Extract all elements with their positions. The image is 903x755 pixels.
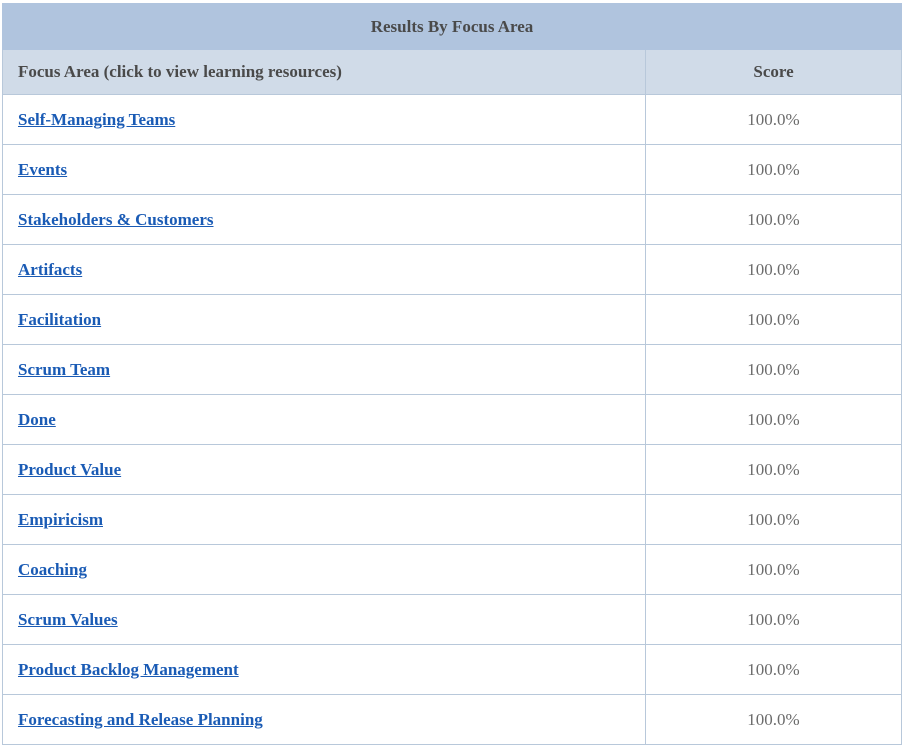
focus-area-link-done[interactable]: Done (18, 410, 56, 429)
score-cell: 100.0% (644, 94, 903, 145)
score-cell: 100.0% (644, 144, 903, 195)
table-row: Stakeholders & Customers 100.0% (2, 194, 903, 245)
focus-area-link-product-backlog-management[interactable]: Product Backlog Management (18, 660, 239, 679)
focus-area-link-stakeholders-customers[interactable]: Stakeholders & Customers (18, 210, 214, 229)
table-row: Forecasting and Release Planning 100.0% (2, 694, 903, 745)
focus-area-link-scrum-team[interactable]: Scrum Team (18, 360, 110, 379)
focus-area-header: Focus Area (click to view learning resou… (2, 49, 646, 95)
score-cell: 100.0% (644, 644, 903, 695)
focus-area-cell: Done (2, 394, 646, 445)
focus-area-link-empiricism[interactable]: Empiricism (18, 510, 103, 529)
table-row: Scrum Team 100.0% (2, 344, 903, 395)
focus-area-cell: Coaching (2, 544, 646, 595)
score-cell: 100.0% (644, 244, 903, 295)
focus-area-cell: Artifacts (2, 244, 646, 295)
focus-area-cell: Product Value (2, 444, 646, 495)
focus-area-link-forecasting-release-planning[interactable]: Forecasting and Release Planning (18, 710, 263, 729)
score-cell: 100.0% (644, 194, 903, 245)
score-cell: 100.0% (644, 344, 903, 395)
results-by-focus-area: Results By Focus Area Focus Area (click … (1, 3, 903, 745)
score-cell: 100.0% (644, 294, 903, 345)
focus-area-cell: Self-Managing Teams (2, 94, 646, 145)
table-row: Artifacts 100.0% (2, 244, 903, 295)
focus-area-cell: Scrum Values (2, 594, 646, 645)
score-cell: 100.0% (644, 444, 903, 495)
focus-area-link-self-managing-teams[interactable]: Self-Managing Teams (18, 110, 175, 129)
table-row: Product Backlog Management 100.0% (2, 644, 903, 695)
results-table: Results By Focus Area Focus Area (click … (1, 3, 903, 745)
focus-area-link-facilitation[interactable]: Facilitation (18, 310, 101, 329)
focus-area-cell: Events (2, 144, 646, 195)
score-cell: 100.0% (644, 594, 903, 645)
table-row: Self-Managing Teams 100.0% (2, 94, 903, 145)
focus-area-cell: Empiricism (2, 494, 646, 545)
focus-area-link-events[interactable]: Events (18, 160, 67, 179)
score-header: Score (644, 49, 903, 95)
score-cell: 100.0% (644, 694, 903, 745)
focus-area-link-scrum-values[interactable]: Scrum Values (18, 610, 118, 629)
table-row: Scrum Values 100.0% (2, 594, 903, 645)
score-cell: 100.0% (644, 394, 903, 445)
table-row: Done 100.0% (2, 394, 903, 445)
table-row: Product Value 100.0% (2, 444, 903, 495)
focus-area-link-artifacts[interactable]: Artifacts (18, 260, 82, 279)
table-title-row: Results By Focus Area (1, 3, 903, 50)
focus-area-cell: Facilitation (2, 294, 646, 345)
table-row: Empiricism 100.0% (2, 494, 903, 545)
focus-area-link-product-value[interactable]: Product Value (18, 460, 121, 479)
focus-area-link-coaching[interactable]: Coaching (18, 560, 87, 579)
table-header-row: Focus Area (click to view learning resou… (2, 49, 903, 95)
focus-area-cell: Scrum Team (2, 344, 646, 395)
table-title: Results By Focus Area (1, 3, 903, 50)
focus-area-cell: Forecasting and Release Planning (2, 694, 646, 745)
focus-area-cell: Product Backlog Management (2, 644, 646, 695)
table-row: Events 100.0% (2, 144, 903, 195)
focus-area-cell: Stakeholders & Customers (2, 194, 646, 245)
table-row: Facilitation 100.0% (2, 294, 903, 345)
table-row: Coaching 100.0% (2, 544, 903, 595)
score-cell: 100.0% (644, 494, 903, 545)
score-cell: 100.0% (644, 544, 903, 595)
